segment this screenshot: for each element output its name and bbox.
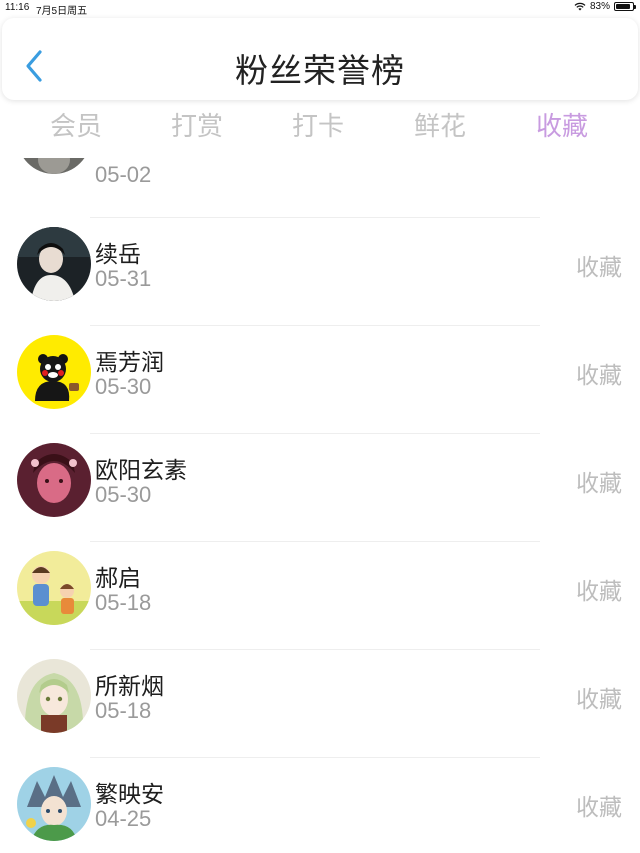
anime-girl-avatar (17, 659, 91, 733)
nav-header: 粉丝荣誉榜 (2, 18, 638, 100)
favorite-action[interactable]: 收藏 (576, 464, 622, 498)
item-date: 05-18 (95, 698, 152, 723)
anime-boy-avatar (17, 767, 91, 841)
bear-mascot-avatar (17, 335, 91, 409)
item-date: 05-30 (95, 374, 152, 399)
favorite-action[interactable]: 收藏 (576, 680, 622, 714)
item-name: 焉芳润 (95, 350, 164, 376)
pink-girl-avatar (17, 443, 91, 517)
tab-member[interactable]: 会员 (16, 106, 136, 143)
tab-favorites[interactable]: 收藏 (502, 106, 622, 143)
item-name: 续岳 (95, 242, 141, 268)
list-item[interactable]: 繁映安 04-25 收藏 (0, 758, 640, 853)
list-item[interactable]: 焉芳润 05-30 收藏 (0, 326, 640, 434)
wifi-icon (574, 2, 586, 11)
avatar (17, 158, 91, 174)
list-item[interactable]: 所新烟 05-18 收藏 (0, 650, 640, 758)
item-name: 欧阳玄素 (95, 458, 187, 484)
status-indicators: 83% (574, 1, 636, 12)
list-item[interactable]: 欧阳玄素 05-30 收藏 (0, 434, 640, 542)
page-title: 粉丝荣誉榜 (235, 51, 405, 90)
favorite-action[interactable]: 收藏 (576, 356, 622, 390)
tab-bar: 会员 打赏 打卡 鲜花 收藏 (0, 104, 640, 152)
favorite-action[interactable]: 收藏 (576, 572, 622, 606)
tab-flowers[interactable]: 鲜花 (380, 106, 500, 143)
item-date: 04-25 (95, 806, 152, 831)
battery-percent: 83% (589, 1, 610, 12)
tab-tip[interactable]: 打赏 (137, 106, 257, 143)
list-item-partial[interactable]: 05-02 (0, 158, 640, 218)
status-date: 7月5日周五 (36, 6, 88, 17)
item-name: 繁映安 (95, 782, 164, 808)
item-name: 所新烟 (95, 674, 164, 700)
item-date: 05-02 (95, 162, 152, 187)
item-date: 05-18 (95, 590, 152, 615)
list-item[interactable]: 续岳 05-31 收藏 (0, 218, 640, 326)
item-date: 05-30 (95, 482, 152, 507)
favorite-action[interactable]: 收藏 (576, 248, 622, 282)
item-name: 郝启 (95, 566, 141, 592)
status-bar: 11:16 7月5日周五 83% (0, 0, 640, 17)
list-item[interactable]: 郝启 05-18 收藏 (0, 542, 640, 650)
fan-list: 05-02 续岳 05-31 收藏 焉芳润 05-30 收藏 欧阳玄素 05-3… (0, 158, 640, 853)
favorite-action[interactable]: 收藏 (576, 788, 622, 822)
status-time: 11:16 (5, 2, 30, 13)
item-date: 05-31 (95, 266, 152, 291)
dark-portrait-avatar (17, 227, 91, 301)
battery-icon (614, 2, 636, 11)
tab-checkin[interactable]: 打卡 (258, 106, 378, 143)
cartoon-kids-avatar (17, 551, 91, 625)
